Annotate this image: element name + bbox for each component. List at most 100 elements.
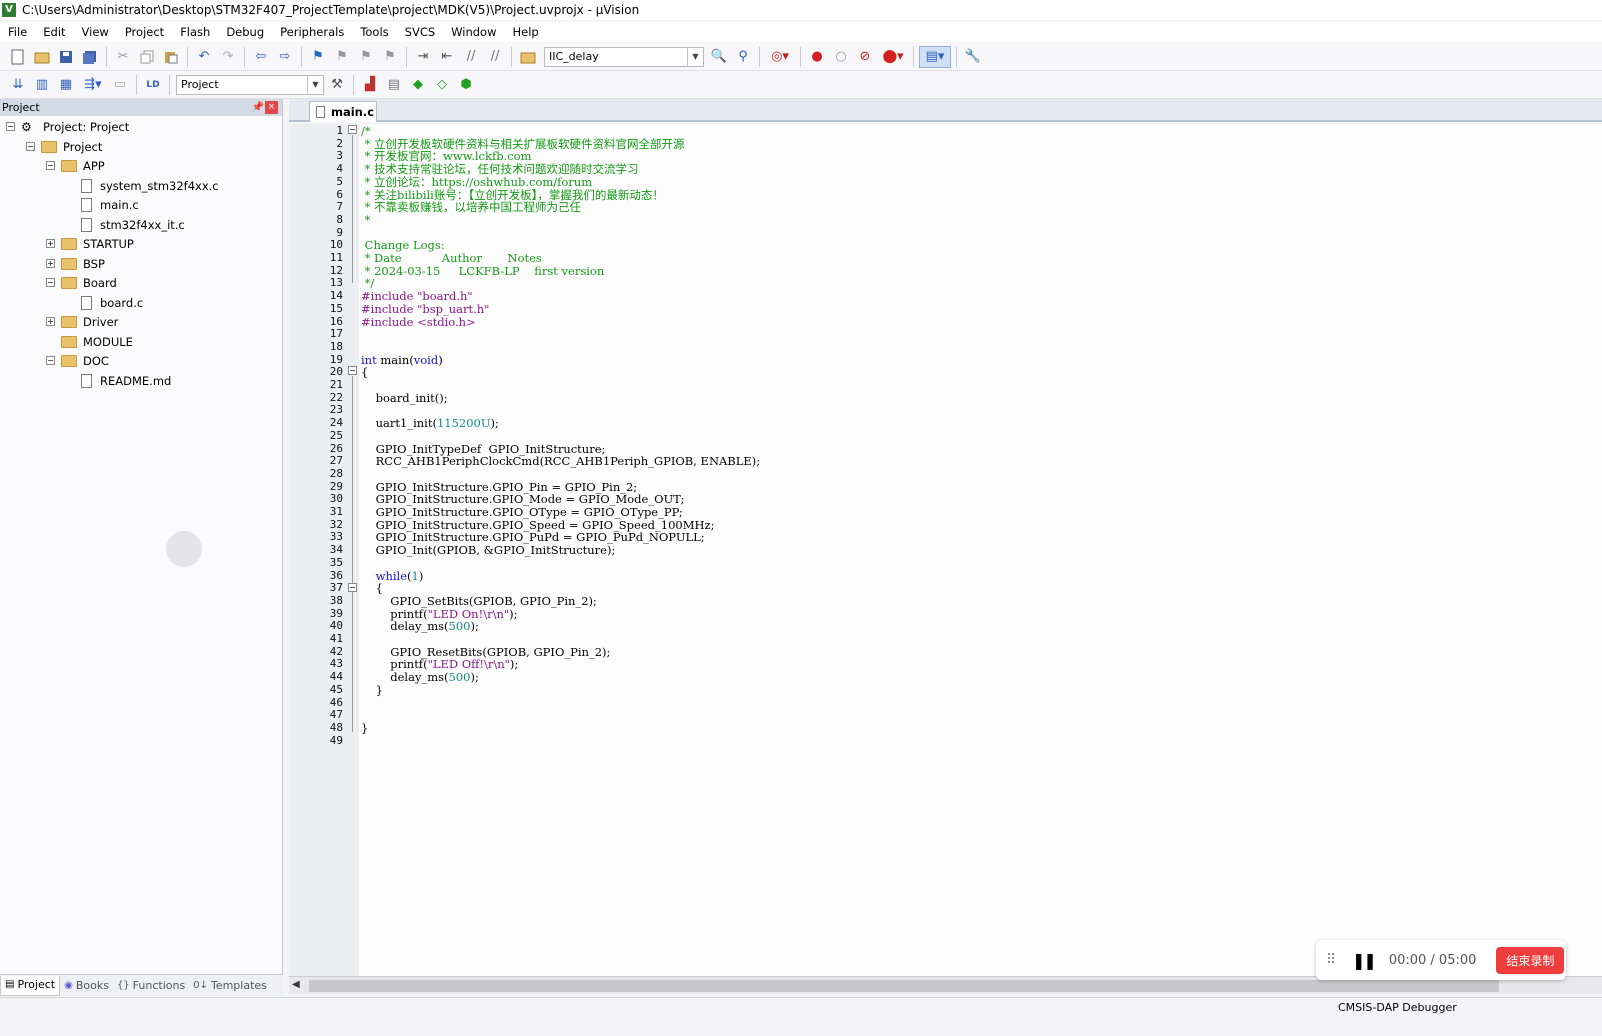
close-icon[interactable]: × — [265, 100, 278, 114]
tree-node-bsp[interactable]: + BSP — [46, 254, 105, 273]
breakpoint-enable-icon[interactable]: ○ — [830, 46, 852, 68]
paste-icon[interactable] — [160, 46, 182, 68]
find-combo[interactable]: IIC_delay ▼ — [544, 46, 704, 67]
stop-recording-button[interactable]: 结束录制 — [1496, 946, 1565, 974]
build-icon[interactable]: ▥ — [31, 74, 53, 96]
tree-node-system-stm32f4xx-c[interactable]: system_stm32f4xx.c — [66, 176, 219, 195]
breakpoint-kill-all-icon[interactable]: ⬤▾ — [878, 46, 908, 68]
collapse-icon[interactable]: − — [6, 122, 15, 131]
new-file-icon[interactable] — [7, 46, 29, 68]
code-editor[interactable]: 1 2 3 4 5 6 7 8 9 10 11 12 13 14 15 16 17 18 19 20 21 22 23 24 2… — [289, 124, 1602, 976]
stop-build-icon[interactable]: ▭ — [109, 74, 131, 96]
target-select[interactable]: Project ▼ — [176, 74, 324, 95]
comment-icon[interactable]: // — [460, 46, 482, 68]
collapse-icon[interactable]: − — [26, 142, 35, 151]
tree-node-board[interactable]: − Board — [46, 273, 117, 292]
manage-project-items-icon[interactable]: ▟ — [359, 74, 381, 96]
tree-node-module[interactable]: MODULE — [46, 332, 133, 351]
bookmark-next-icon[interactable]: ⚑ — [355, 46, 377, 68]
bookmark-clear-icon[interactable]: ⚑ — [379, 46, 401, 68]
scrollbar-thumb[interactable] — [309, 980, 1499, 992]
code-line: * 2024-03-15 LCKFB-LP first version — [361, 263, 605, 278]
editor-tab-main-c[interactable]: main.c — [309, 101, 377, 122]
incremental-find-icon[interactable]: ⚲ — [732, 46, 754, 68]
menu-debug[interactable]: Debug — [218, 22, 272, 42]
menu-project[interactable]: Project — [117, 22, 172, 42]
indent-icon[interactable]: ⇥ — [412, 46, 434, 68]
menu-window[interactable]: Window — [443, 22, 504, 42]
breakpoint-disable-all-icon[interactable]: ⊘ — [854, 46, 876, 68]
tree-node-board-c[interactable]: board.c — [66, 293, 143, 312]
drag-handle-icon[interactable]: ⠿ — [1326, 952, 1340, 968]
tree-node-driver[interactable]: + Driver — [46, 312, 118, 331]
copy-icon[interactable] — [136, 46, 158, 68]
menu-peripherals[interactable]: Peripherals — [272, 22, 352, 42]
manage-multi-project-icon[interactable]: ▤ — [383, 74, 405, 96]
navigate-back-icon[interactable]: ⇦ — [250, 46, 272, 68]
save-all-icon[interactable] — [79, 46, 101, 68]
breakpoint-insert-icon[interactable]: ● — [806, 46, 828, 68]
menu-view[interactable]: View — [74, 22, 117, 42]
fold-collapse-icon[interactable]: − — [348, 366, 357, 375]
expand-icon[interactable]: + — [46, 317, 55, 326]
tree-node-doc[interactable]: − DOC — [46, 351, 109, 370]
bookmark-prev-icon[interactable]: ⚑ — [331, 46, 353, 68]
configure-icon[interactable]: 🔧 — [962, 46, 984, 68]
save-icon[interactable] — [55, 46, 77, 68]
find-in-files-icon[interactable] — [517, 46, 539, 68]
scroll-left-icon[interactable]: ◀ — [292, 979, 300, 990]
pin-icon[interactable]: 📌 — [251, 101, 265, 115]
collapse-icon[interactable]: − — [46, 161, 55, 170]
line-number: 45 — [329, 682, 343, 696]
cut-icon[interactable]: ✂ — [112, 46, 134, 68]
menu-edit[interactable]: Edit — [35, 22, 73, 42]
toolbar-separator — [800, 46, 801, 67]
tree-node-app[interactable]: − APP — [46, 156, 105, 175]
collapse-icon[interactable]: − — [46, 356, 55, 365]
translate-icon[interactable]: ⇊ — [7, 74, 29, 96]
tab-functions[interactable]: {} Functions — [113, 976, 189, 996]
pack-installer-icon[interactable]: ⬢ — [455, 74, 477, 96]
open-file-icon[interactable] — [31, 46, 53, 68]
expand-icon[interactable]: + — [46, 259, 55, 268]
tree-label: README.md — [100, 373, 172, 388]
fold-collapse-icon[interactable]: − — [348, 583, 357, 592]
tree-node-stm32f4xx-it-c[interactable]: stm32f4xx_it.c — [66, 215, 185, 234]
menu-help[interactable]: Help — [505, 22, 547, 42]
batch-build-icon[interactable]: ⇶▾ — [79, 74, 107, 96]
pause-icon[interactable]: ❚❚ — [1352, 951, 1377, 970]
unindent-icon[interactable]: ⇤ — [436, 46, 458, 68]
find-icon[interactable]: 🔍 — [708, 46, 730, 68]
tab-templates[interactable]: 0↓ Templates — [189, 976, 271, 996]
line-number: 14 — [329, 289, 343, 303]
navigate-forward-icon[interactable]: ⇨ — [274, 46, 296, 68]
debug-start-icon[interactable]: ◎▾ — [765, 46, 795, 68]
chevron-down-icon[interactable]: ▼ — [687, 47, 703, 66]
collapse-icon[interactable]: − — [46, 278, 55, 287]
bookmark-toggle-icon[interactable]: ⚑ — [307, 46, 329, 68]
manage-run-time-env-icon[interactable]: ◆ — [407, 74, 429, 96]
menu-svcs[interactable]: SVCS — [397, 22, 444, 42]
tree-node-main-c[interactable]: main.c — [66, 195, 139, 214]
rebuild-icon[interactable]: ▦ — [55, 74, 77, 96]
toolbar-separator — [759, 46, 760, 67]
menu-file[interactable]: File — [0, 22, 35, 42]
tab-project[interactable]: ▤ Project — [0, 975, 61, 996]
tree-node-startup[interactable]: + STARTUP — [46, 234, 134, 253]
tree-node-readme-md[interactable]: README.md — [66, 371, 171, 390]
download-load-icon[interactable]: LD — [142, 74, 164, 96]
fold-collapse-icon[interactable]: − — [348, 125, 357, 134]
window-layout-icon[interactable]: ▤▾ — [919, 45, 951, 68]
target-options-icon[interactable]: ⚒ — [326, 74, 348, 96]
undo-icon[interactable]: ↶ — [193, 46, 215, 68]
tree-node-project-root[interactable]: − ⚙ Project: Project — [6, 117, 129, 136]
uncomment-icon[interactable]: // — [484, 46, 506, 68]
menu-flash[interactable]: Flash — [172, 22, 218, 42]
tab-books[interactable]: ◉ Books — [60, 976, 113, 996]
chevron-down-icon[interactable]: ▼ — [307, 75, 323, 94]
menu-tools[interactable]: Tools — [352, 22, 396, 42]
redo-icon[interactable]: ↷ — [217, 46, 239, 68]
tree-node-project-target[interactable]: − Project — [26, 137, 102, 156]
expand-icon[interactable]: + — [46, 239, 55, 248]
select-software-packs-icon[interactable]: ◇ — [431, 74, 453, 96]
